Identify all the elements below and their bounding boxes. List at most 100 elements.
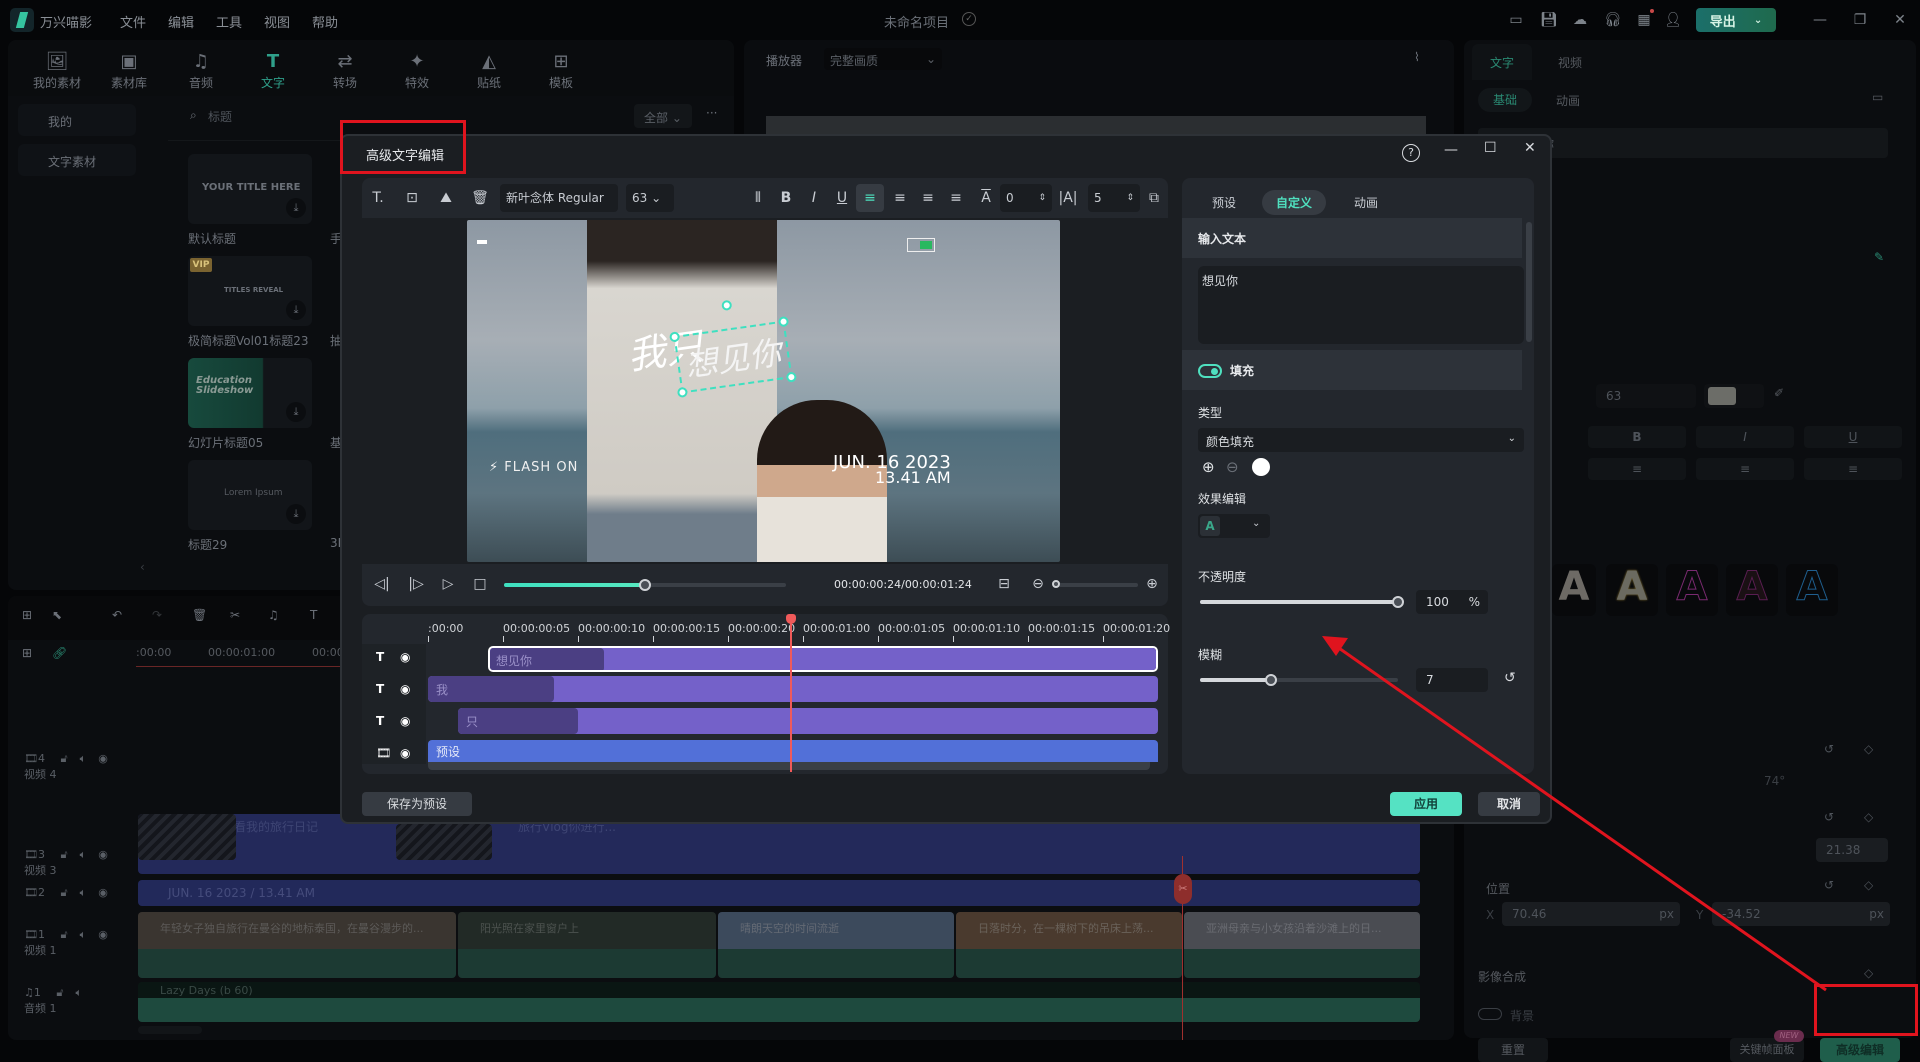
layers-icon[interactable]: ⧉ <box>1144 188 1164 208</box>
minimize-icon[interactable]: — <box>1444 142 1458 158</box>
tab-text[interactable]: T 文字 <box>238 50 308 91</box>
lock-icon[interactable]: 🔓︎ <box>60 886 67 899</box>
prev-frame-icon[interactable]: ◁| <box>372 574 392 594</box>
eye-icon[interactable]: ◉ <box>98 928 108 941</box>
position-x-input[interactable]: 70.46 px <box>1502 902 1680 926</box>
scale-input[interactable]: 21.38 <box>1816 838 1888 862</box>
blur-slider[interactable] <box>1200 674 1398 686</box>
timeline-scrollbar[interactable] <box>138 1026 202 1034</box>
quality-select[interactable]: 完整画质 ⌄ <box>824 48 942 70</box>
lock-icon[interactable]: 🔓︎ <box>60 848 67 861</box>
title-card[interactable]: Education Slideshow ⤓ <box>188 358 312 428</box>
clip-video[interactable]: 年轻女子独自旅行在曼谷的地标泰国，在曼谷漫步的... <box>138 912 456 978</box>
download-icon[interactable]: ⤓ <box>286 402 306 422</box>
fill-toggle[interactable] <box>1198 364 1222 378</box>
align-center-icon[interactable]: ≡ <box>890 188 910 208</box>
add-track-icon[interactable]: ⊞ <box>22 646 32 660</box>
minimize-icon[interactable]: — <box>1812 12 1828 28</box>
playhead[interactable] <box>790 616 792 772</box>
play-icon[interactable]: ▷ <box>438 574 458 594</box>
text-tool-icon[interactable]: T <box>310 608 317 622</box>
tab-template[interactable]: ⊞ 模板 <box>526 50 596 91</box>
split-icon[interactable]: ✂ <box>1174 874 1192 904</box>
eye-icon[interactable]: ◉ <box>98 848 108 861</box>
apps-icon[interactable]: ▦ <box>1636 12 1652 28</box>
title-card[interactable]: YOUR TITLE HERE ⤓ <box>188 154 312 224</box>
font-select[interactable]: 新叶念体 Regular ⌄ <box>500 184 618 233</box>
clip-video[interactable]: 阳光照在家里窗户上 <box>458 912 716 978</box>
apply-button[interactable]: 应用 <box>1390 792 1462 816</box>
clip-video[interactable]: 亚洲母亲与小女孩沿着沙滩上的日... <box>1184 912 1420 978</box>
volume-icon[interactable]: 🔈︎ <box>80 928 87 941</box>
layer-clip-preset[interactable]: 预设 <box>428 740 1158 762</box>
keyframe-icon[interactable]: ◇ <box>1864 810 1873 824</box>
font-size-select[interactable]: 63 <box>1596 384 1696 408</box>
opacity-input[interactable]: 100% <box>1416 590 1488 614</box>
save-preset-button[interactable]: 保存为预设 <box>362 792 472 816</box>
underline-icon[interactable]: U <box>832 188 852 208</box>
audio-split-icon[interactable]: ♫ <box>268 608 279 622</box>
bold-icon[interactable]: B <box>776 188 796 208</box>
text-style-preset[interactable]: A <box>1786 564 1838 616</box>
layer-clip-wo[interactable]: 我 <box>428 676 1158 702</box>
eyedropper-icon[interactable]: ✐ <box>1774 386 1784 400</box>
eye-icon[interactable]: ◉ <box>400 714 410 728</box>
keyframe-icon[interactable]: ◇ <box>1864 878 1873 892</box>
close-icon[interactable]: ✕ <box>1524 140 1536 156</box>
resize-handle[interactable] <box>668 331 681 343</box>
zoom-knob[interactable] <box>1052 580 1060 588</box>
user-icon[interactable]: 👤︎ <box>1664 12 1682 28</box>
text-input[interactable]: 想见你 <box>1198 266 1524 344</box>
reset-icon[interactable]: ↺ <box>1824 742 1834 756</box>
align-left-button[interactable]: ≡ <box>1588 458 1686 480</box>
clip-audio[interactable]: Lazy Days (b 60) <box>138 982 1420 1022</box>
tab-preset[interactable]: 预设 <box>1198 190 1250 215</box>
cancel-button[interactable]: 取消 <box>1478 792 1540 816</box>
advanced-edit-button[interactable]: 高级编辑 <box>1820 1038 1900 1062</box>
download-icon[interactable]: ⤓ <box>286 198 306 218</box>
eye-icon[interactable]: ◉ <box>400 650 410 664</box>
download-icon[interactable]: ⤓ <box>286 504 306 524</box>
collapse-icon[interactable]: ‹ <box>140 560 145 574</box>
reset-button[interactable]: 重置 <box>1478 1038 1548 1062</box>
menu-help[interactable]: 帮助 <box>312 12 338 31</box>
undo-icon[interactable]: ↶ <box>112 608 122 622</box>
subtab-animation[interactable]: 动画 <box>1556 92 1580 109</box>
text-style-preset[interactable]: A <box>1726 564 1778 616</box>
opacity-slider[interactable] <box>1200 596 1404 608</box>
align-justify-icon[interactable]: ≡ <box>946 188 966 208</box>
delete-icon[interactable]: 🗑︎ <box>470 188 490 208</box>
subtab-basic[interactable]: 基础 <box>1478 88 1532 112</box>
clip-video[interactable]: 日落时分，在一棵树下的吊床上荡... <box>956 912 1182 978</box>
text-style-preset[interactable]: A <box>1606 564 1658 616</box>
delete-icon[interactable]: 🗑︎ <box>192 608 207 622</box>
volume-icon[interactable]: 🔈︎ <box>76 986 83 999</box>
tab-effects[interactable]: ✦ 特效 <box>382 50 452 91</box>
reset-icon[interactable]: ↺ <box>1824 878 1834 892</box>
italic-button[interactable]: I <box>1696 426 1794 448</box>
waveform-icon[interactable]: ⌇ <box>1414 50 1420 64</box>
sidebar-item-text-assets[interactable]: 文字素材 <box>18 144 136 176</box>
filter-select[interactable]: 全部 ⌄ <box>634 104 692 128</box>
text-direction-icon[interactable]: ⦀ <box>748 188 768 208</box>
resize-handle[interactable] <box>777 315 790 328</box>
grid-icon[interactable]: ⊞ <box>22 608 32 622</box>
position-y-input[interactable]: -34.52 px <box>1712 902 1890 926</box>
eye-icon[interactable]: ◉ <box>98 886 108 899</box>
eye-icon[interactable]: ◉ <box>98 752 108 765</box>
download-icon[interactable]: ⤓ <box>286 300 306 320</box>
zoom-slider[interactable] <box>1052 580 1138 588</box>
blur-input[interactable]: 7 <box>1416 668 1488 692</box>
stop-icon[interactable]: □ <box>470 574 490 594</box>
text-style-preset[interactable]: A <box>1552 564 1596 616</box>
tab-stock[interactable]: ▣ 素材库 <box>94 50 164 91</box>
align-justify-button[interactable]: ≡ <box>1804 458 1902 480</box>
restore-icon[interactable]: ❐ <box>1852 12 1868 28</box>
italic-icon[interactable]: I <box>804 188 824 208</box>
chevron-down-icon[interactable]: ⌄ <box>1754 15 1762 26</box>
underline-button[interactable]: U <box>1804 426 1902 448</box>
link-icon[interactable]: 🔗︎ <box>52 646 67 660</box>
close-icon[interactable]: ✕ <box>1892 12 1908 28</box>
align-right-icon[interactable]: ≡ <box>918 188 938 208</box>
volume-icon[interactable]: 🔈︎ <box>80 848 87 861</box>
